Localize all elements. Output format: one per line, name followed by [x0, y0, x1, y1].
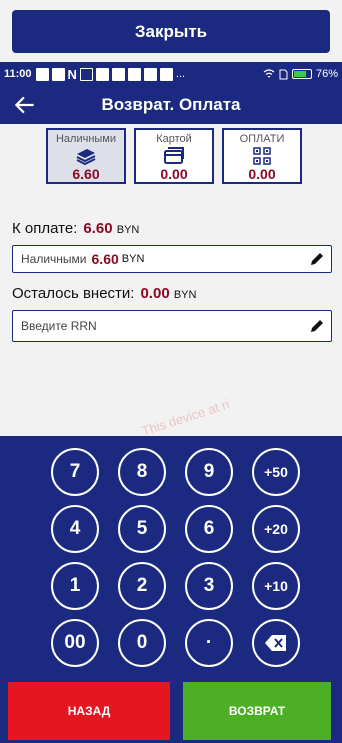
payment-method-label: ОПЛАТИ — [239, 133, 285, 145]
to-pay-row: К оплате: 6.60 BYN — [12, 220, 139, 237]
remaining-row: Осталось внести: 0.00 BYN — [12, 285, 196, 302]
watermark: This device at ri — [139, 396, 232, 439]
cash-field-label: Наличными — [21, 252, 87, 266]
printer-icon — [111, 67, 125, 81]
close-button[interactable]: Закрыть — [12, 10, 330, 53]
status-time: 11:00 — [4, 68, 32, 80]
remaining-currency: BYN — [173, 289, 197, 301]
payment-method-label: Картой — [156, 133, 192, 145]
refund-button[interactable]: ВОЗВРАТ — [183, 682, 331, 740]
payment-method-card[interactable]: Картой 0.00 — [134, 128, 214, 184]
page-title: Возврат. Оплата — [101, 95, 241, 114]
wifi-icon — [263, 69, 275, 78]
key-9[interactable]: 9 — [185, 448, 233, 496]
battery-level: 76% — [315, 68, 338, 80]
printer-icon — [143, 67, 157, 81]
remaining-label: Осталось внести: — [12, 285, 135, 302]
card-icon — [163, 146, 185, 166]
close-bar: Закрыть — [0, 0, 342, 62]
key-1[interactable]: 1 — [51, 562, 99, 610]
sim-icon — [279, 69, 288, 79]
key-2[interactable]: 2 — [118, 562, 166, 610]
payment-method-cash[interactable]: Наличными 6.60 — [46, 128, 126, 184]
key-0[interactable]: 0 — [118, 619, 166, 667]
app-notification-icon — [159, 67, 173, 81]
screen-icon — [79, 67, 93, 81]
battery-icon — [291, 69, 312, 79]
back-button[interactable]: НАЗАД — [8, 682, 170, 740]
rrn-placeholder: Введите RRN — [21, 319, 97, 333]
qr-code-icon — [253, 146, 271, 166]
pencil-icon[interactable] — [309, 251, 325, 267]
rrn-input[interactable]: Введите RRN — [12, 310, 332, 342]
status-right: 76% — [263, 68, 338, 80]
app-notification-icon — [35, 67, 49, 81]
key-decimal-point[interactable]: · — [185, 619, 233, 667]
to-pay-amount: 6.60 — [83, 220, 113, 237]
app-notification-icon — [95, 67, 109, 81]
key-plus-10[interactable]: +10 — [252, 562, 300, 610]
payment-method-oplati[interactable]: ОПЛАТИ 0.00 — [222, 128, 302, 184]
to-pay-currency: BYN — [116, 224, 140, 236]
key-3[interactable]: 3 — [185, 562, 233, 610]
pencil-icon[interactable] — [309, 318, 325, 334]
key-7[interactable]: 7 — [51, 448, 99, 496]
key-8[interactable]: 8 — [118, 448, 166, 496]
payment-method-amount: 0.00 — [248, 166, 276, 182]
status-bar: 11:00 N ... 76% — [0, 62, 342, 86]
cash-field-currency: BYN — [121, 253, 145, 265]
to-pay-label: К оплате: — [12, 220, 78, 237]
payment-method-amount: 6.60 — [72, 166, 100, 182]
backspace-icon — [265, 635, 286, 651]
payment-methods: Наличными 6.60 Картой 0.00 ОПЛАТИ 0.00 — [46, 128, 302, 184]
payment-method-amount: 0.00 — [160, 166, 188, 182]
n-icon: N — [67, 66, 77, 82]
cash-amount-field[interactable]: Наличными 6.60 BYN — [12, 245, 332, 273]
app-notification-icon — [127, 67, 141, 81]
remaining-amount: 0.00 — [140, 285, 170, 302]
key-6[interactable]: 6 — [185, 505, 233, 553]
more-icon: ... — [175, 68, 186, 80]
image-icon — [51, 67, 65, 81]
key-plus-50[interactable]: +50 — [252, 448, 300, 496]
notification-icons: N ... — [35, 66, 186, 82]
key-5[interactable]: 5 — [118, 505, 166, 553]
app-bar: Возврат. Оплата — [0, 86, 342, 124]
keypad: 7 8 9 +50 4 5 6 +20 1 2 3 +10 00 0 · НАЗ… — [0, 436, 342, 743]
backspace-key[interactable] — [252, 619, 300, 667]
cash-icon — [75, 146, 97, 166]
key-4[interactable]: 4 — [51, 505, 99, 553]
key-00[interactable]: 00 — [51, 619, 99, 667]
cash-field-amount: 6.60 — [91, 251, 119, 267]
payment-method-label: Наличными — [55, 133, 117, 145]
key-plus-20[interactable]: +20 — [252, 505, 300, 553]
